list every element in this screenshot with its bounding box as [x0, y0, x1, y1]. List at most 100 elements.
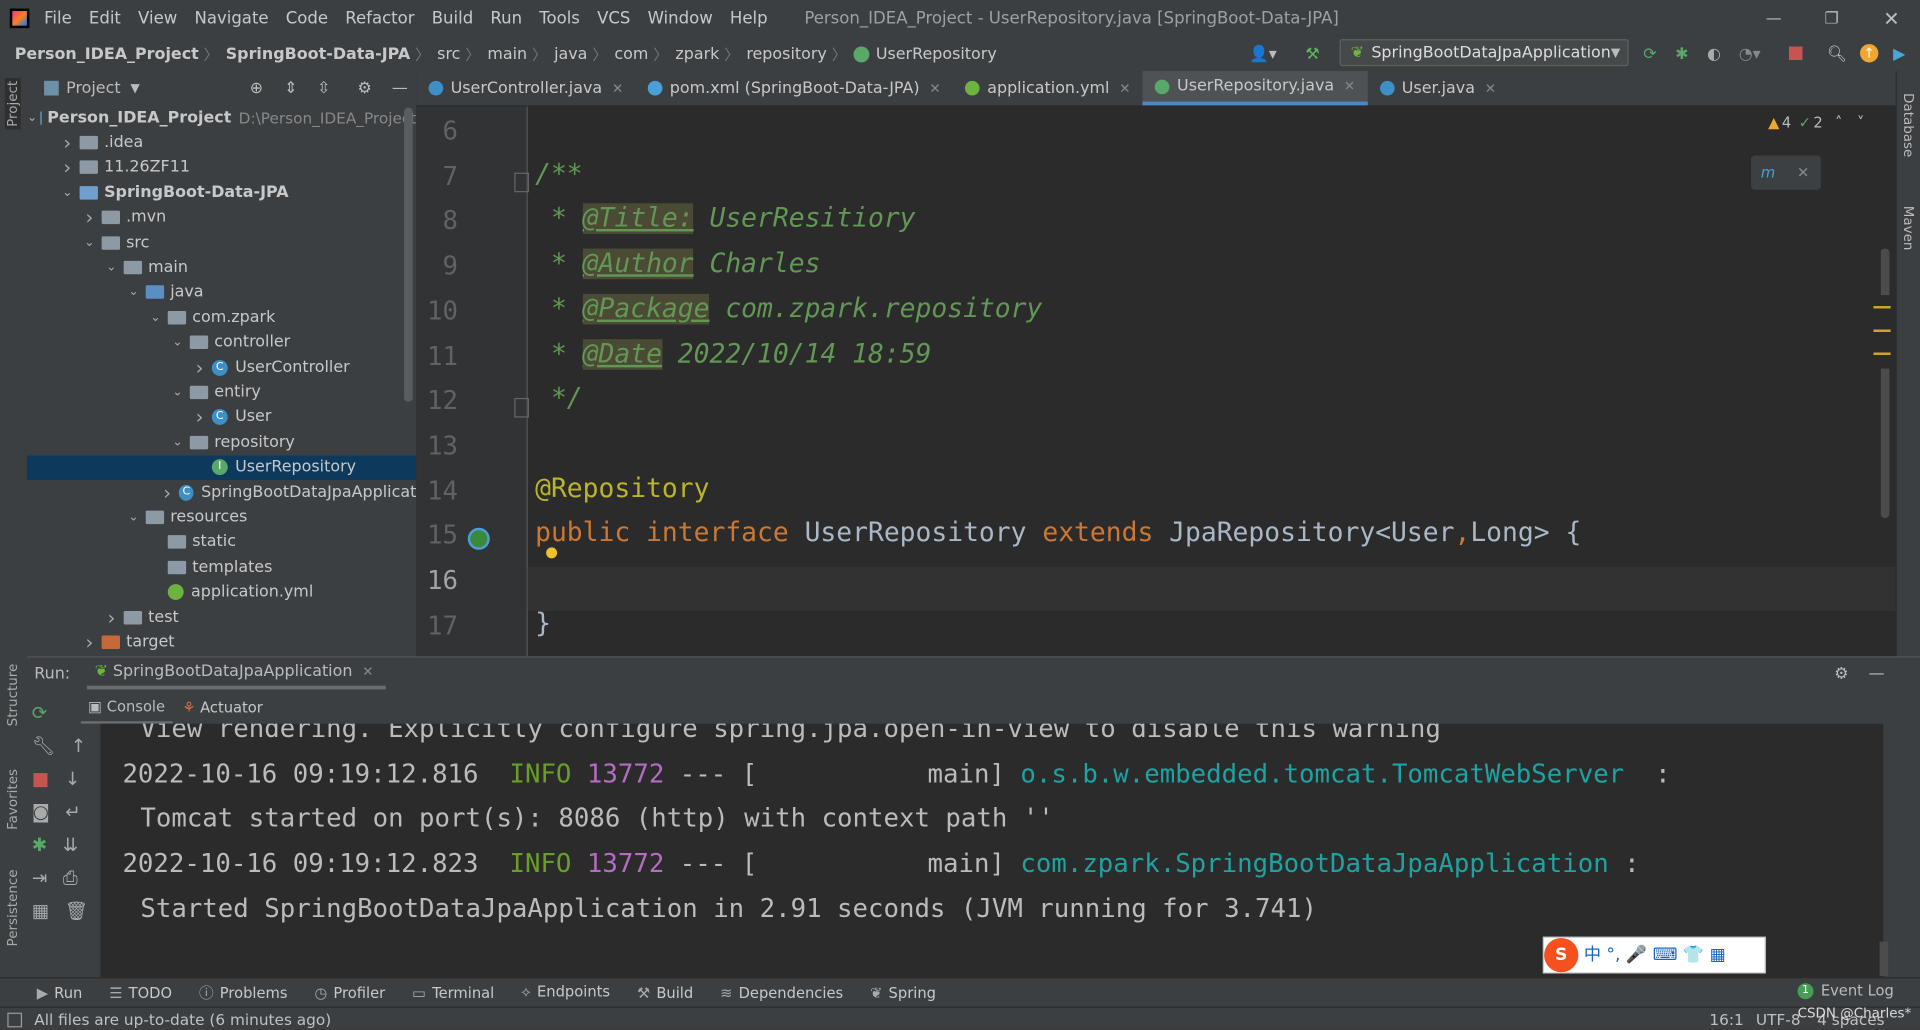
stop-icon[interactable] [1788, 46, 1803, 61]
breadcrumb-item[interactable]: zpark [675, 45, 719, 63]
chevron-down-icon[interactable]: ⌄ [81, 236, 98, 249]
profile-icon[interactable]: ◔▾ [1739, 45, 1761, 63]
chevron-down-icon[interactable]: ⌄ [125, 286, 142, 299]
breadcrumb-item[interactable]: SpringBoot-Data-JPA [226, 45, 410, 63]
breadcrumb-item[interactable]: com [614, 45, 648, 63]
chevron-down-icon[interactable]: ⌄ [103, 261, 120, 274]
breadcrumb-item[interactable]: java [554, 45, 587, 63]
chevron-right-icon[interactable]: › [81, 630, 98, 653]
actuator-tab[interactable]: ⚘ Actuator [172, 699, 272, 716]
editor-tab[interactable]: UserRepository.java ✕ [1142, 71, 1368, 106]
soft-wrap-icon[interactable]: ↵ [65, 801, 80, 823]
chevron-down-icon[interactable]: ⌄ [147, 311, 164, 324]
menu-tools[interactable]: Tools [539, 9, 580, 29]
menu-refactor[interactable]: Refactor [345, 9, 414, 29]
tree-item[interactable]: application.yml [27, 580, 416, 604]
close-icon[interactable]: ✕ [1485, 80, 1496, 96]
layout-icon[interactable]: ▦ 🗑︎ [32, 895, 96, 928]
vcs-user-icon[interactable]: 👤▾ [1249, 45, 1277, 63]
breadcrumb-item[interactable]: repository [746, 45, 827, 63]
update-icon[interactable]: ↑ [1860, 44, 1879, 63]
tool-todo[interactable]: ☰ TODO [109, 984, 172, 1001]
tree-item[interactable]: › C SpringBootDataJpaApplicat [27, 480, 416, 504]
locate-icon[interactable]: ⊕ [250, 79, 263, 97]
chevron-right-icon[interactable]: › [59, 131, 76, 154]
project-tool-button[interactable]: Project [4, 78, 21, 130]
menu-view[interactable]: View [138, 9, 177, 29]
tool-endpoints[interactable]: ⟡ Endpoints [521, 983, 610, 1001]
debug-icon[interactable]: ✱ [1675, 45, 1688, 63]
chevron-down-icon[interactable]: ⌄ [169, 436, 186, 449]
editor-tab[interactable]: application.yml ✕ [953, 71, 1143, 105]
tree-item[interactable]: templates [27, 555, 416, 579]
breadcrumb-item[interactable]: UserRepository [876, 45, 997, 63]
fold-icon[interactable] [514, 172, 529, 193]
tool-terminal[interactable]: ▭ Terminal [412, 984, 494, 1001]
tree-item[interactable]: ⌄ java [27, 280, 416, 304]
tree-item[interactable]: static [27, 530, 416, 554]
previous-highlight-icon[interactable]: ˄ [1835, 114, 1842, 131]
chevron-right-icon[interactable]: › [103, 606, 120, 629]
close-button[interactable]: ✕ [1883, 7, 1899, 30]
chevron-right-icon[interactable]: › [191, 406, 208, 429]
gear-icon[interactable]: ⚙ [1834, 664, 1848, 682]
hide-icon[interactable]: — [1869, 664, 1885, 682]
expand-all-icon[interactable]: ⇕ [284, 79, 297, 97]
rerun-icon[interactable]: ⟳ [1643, 45, 1656, 63]
tree-item[interactable]: › .mvn [27, 205, 416, 229]
tree-item[interactable]: › 11.26ZF11 [27, 155, 416, 179]
code-editor[interactable]: 6 7 8 9 10 11 12 13 14 15 16 17 /** * @Title: UserR… [416, 106, 1896, 657]
coverage-icon[interactable]: ◐ [1707, 45, 1721, 63]
maven-reload-icon[interactable]: m [1761, 164, 1775, 181]
chevron-right-icon[interactable]: › [59, 156, 76, 179]
tree-item[interactable]: I UserRepository [26, 455, 417, 480]
close-icon[interactable]: ✕ [929, 80, 940, 96]
caret-position[interactable]: 16:1 [1709, 1010, 1743, 1028]
event-log-button[interactable]: 1 Event Log [1797, 982, 1894, 999]
file-encoding[interactable]: UTF-8 [1756, 1010, 1801, 1028]
camera-icon[interactable]: ◙ ↵ [32, 796, 96, 829]
tool-run[interactable]: ▶ Run [37, 984, 83, 1001]
rerun-icon[interactable]: ⟳ [32, 697, 96, 730]
maven-tool-button[interactable]: Maven [1900, 206, 1916, 251]
editor-tab[interactable]: pom.xml (SpringBoot-Data-JPA) ✕ [635, 71, 952, 105]
editor-tab[interactable]: UserController.java ✕ [416, 71, 635, 105]
tree-scrollbar[interactable] [404, 107, 413, 402]
tree-item[interactable]: › C UserController [27, 355, 416, 379]
menu-file[interactable]: File [44, 9, 72, 29]
menu-edit[interactable]: Edit [89, 9, 121, 29]
scroll-end-icon[interactable]: ⇊ [63, 834, 78, 856]
breadcrumb-item[interactable]: src [437, 45, 460, 63]
ime-toolbar[interactable]: S 中 °, 🎤 ⌨ 👕 ▦ [1542, 936, 1766, 974]
breadcrumb-item[interactable]: Person_IDEA_Project [15, 45, 199, 63]
close-icon[interactable]: ✕ [1797, 164, 1809, 181]
tree-item[interactable]: ⌄ main [27, 255, 416, 279]
exit-icon[interactable]: ⇥ ⎙ [32, 862, 96, 895]
chevron-down-icon[interactable]: ⌄ [59, 186, 76, 199]
project-view-select[interactable]: Project [66, 79, 120, 97]
tree-item[interactable]: › target [27, 630, 416, 654]
chevron-down-icon[interactable]: ⌄ [27, 111, 37, 124]
tree-item[interactable]: ⌄ Person_IDEA_Project D:\Person_IDEA_Proje… [27, 105, 416, 129]
menu-build[interactable]: Build [432, 9, 473, 29]
database-tool-button[interactable]: Database [1900, 93, 1916, 157]
chevron-down-icon[interactable]: ⌄ [169, 336, 186, 349]
menu-vcs[interactable]: VCS [597, 9, 630, 29]
print-icon[interactable]: ⎙ [63, 867, 78, 889]
close-icon[interactable]: ✕ [1344, 78, 1355, 94]
tree-item[interactable]: ⌄ controller [27, 330, 416, 354]
tree-item[interactable]: ⌄ resources [27, 505, 416, 529]
menu-help[interactable]: Help [730, 9, 768, 29]
tree-item[interactable]: ⌄ SpringBoot-Data-JPA [27, 180, 416, 204]
chevron-right-icon[interactable]: › [191, 356, 208, 379]
tree-item[interactable]: › C User [27, 405, 416, 429]
hide-icon[interactable]: — [392, 79, 408, 97]
tool-build[interactable]: ⚒ Build [637, 984, 693, 1001]
menu-navigate[interactable]: Navigate [194, 9, 268, 29]
build-hammer-icon[interactable]: ⚒ [1305, 45, 1319, 63]
structure-tool-button[interactable]: Structure [5, 664, 21, 727]
menu-code[interactable]: Code [286, 9, 328, 29]
lightbulb-icon[interactable] [546, 547, 558, 559]
tool-problems[interactable]: ⓘ Problems [199, 982, 288, 1003]
chevron-right-icon[interactable]: › [159, 481, 175, 504]
